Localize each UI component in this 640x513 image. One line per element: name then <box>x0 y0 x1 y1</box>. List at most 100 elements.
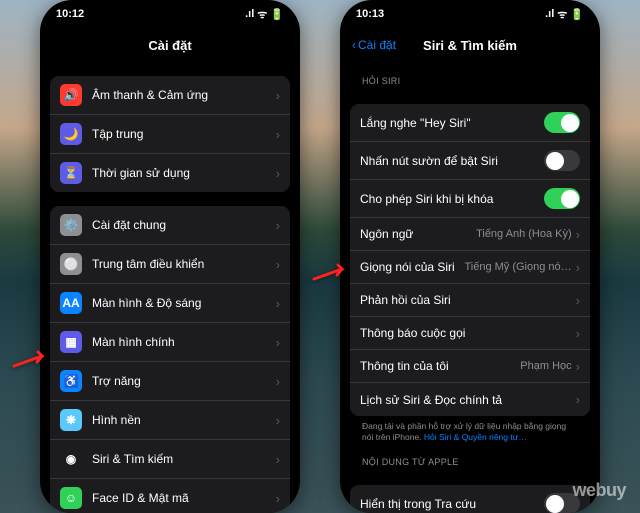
settings-section: Lắng nghe "Hey Siri" Nhấn nút sườn để bật… <box>350 104 590 416</box>
settings-row[interactable]: ☺ Face ID & Mật mã› <box>50 479 290 513</box>
settings-row[interactable]: Giọng nói của SiriTiếng Mỹ (Giọng nó… › <box>350 251 590 284</box>
settings-row[interactable]: ♿ Trợ năng› <box>50 362 290 401</box>
nav-bar: ‹ Cài đặt Siri & Tìm kiếm <box>340 28 600 62</box>
status-bar: 10:12 .ıl ᯤ 🔋 <box>40 0 300 28</box>
section-footer: Đang tải và phần hỗ trợ xử lý dữ liệu nh… <box>350 416 590 443</box>
row-label: Lịch sử Siri & Đọc chính tả <box>360 393 576 407</box>
toggle-switch[interactable] <box>544 150 580 171</box>
footer-link[interactable]: Hỏi Siri & Quyền riêng tư… <box>424 432 527 442</box>
chevron-right-icon: › <box>576 359 580 374</box>
chevron-right-icon: › <box>576 293 580 308</box>
phone-right: 10:13 .ıl ᯤ 🔋 ‹ Cài đặt Siri & Tìm kiếm … <box>340 0 600 513</box>
settings-row[interactable]: Nhấn nút sườn để bật Siri <box>350 142 590 180</box>
settings-row[interactable]: ⚙️ Cài đặt chung› <box>50 206 290 245</box>
settings-row[interactable]: Thông tin của tôiPhạm Học› <box>350 350 590 383</box>
row-label: Âm thanh & Cảm ứng <box>92 88 276 102</box>
settings-section: Hiển thị trong Tra cứuHiển thị trong Spo… <box>350 485 590 513</box>
row-icon: ☺ <box>60 487 82 509</box>
settings-section: 🔊Âm thanh & Cảm ứng›🌙Tập trung›⏳Thời gia… <box>50 76 290 192</box>
annotation-arrow <box>12 350 52 377</box>
status-bar: 10:13 .ıl ᯤ 🔋 <box>340 0 600 28</box>
settings-row[interactable]: Cho phép Siri khi bị khóa <box>350 180 590 218</box>
row-label: Hình nền <box>92 413 276 427</box>
battery-icon: 🔋 <box>570 8 584 21</box>
chevron-left-icon: ‹ <box>352 38 356 52</box>
chevron-right-icon: › <box>576 392 580 407</box>
chevron-right-icon: › <box>276 218 280 233</box>
settings-row[interactable]: ❋ Hình nền› <box>50 401 290 440</box>
row-label: Cho phép Siri khi bị khóa <box>360 192 544 206</box>
settings-row[interactable]: Hiển thị trong Tra cứu <box>350 485 590 513</box>
row-icon: ♿ <box>60 370 82 392</box>
chevron-right-icon: › <box>576 326 580 341</box>
row-label: Trợ năng <box>92 374 276 388</box>
chevron-right-icon: › <box>276 413 280 428</box>
settings-section: ⚙️Cài đặt chung›⚪Trung tâm điều khiển›AA… <box>50 206 290 513</box>
settings-list[interactable]: 🔊Âm thanh & Cảm ứng›🌙Tập trung›⏳Thời gia… <box>40 62 300 513</box>
settings-row[interactable]: Lắng nghe "Hey Siri" <box>350 104 590 142</box>
chevron-right-icon: › <box>276 491 280 506</box>
row-icon: AA <box>60 292 82 314</box>
row-label: Tập trung <box>92 127 276 141</box>
row-icon: 🔊 <box>60 84 82 106</box>
phone-left: 10:12 .ıl ᯤ 🔋 Cài đặt 🔊 Âm thanh & Cảm ứn… <box>40 0 300 513</box>
row-value: Tiếng Anh (Hoa Kỳ) <box>476 228 572 240</box>
row-label: Phản hồi của Siri <box>360 293 576 307</box>
settings-row[interactable]: ◉ Siri & Tìm kiếm› <box>50 440 290 479</box>
row-label: Màn hình & Độ sáng <box>92 296 276 310</box>
chevron-right-icon: › <box>276 452 280 467</box>
chevron-right-icon: › <box>276 257 280 272</box>
row-label: Màn hình chính <box>92 335 276 349</box>
page-title: Cài đặt <box>148 38 191 53</box>
row-value: Tiếng Mỹ (Giọng nó… <box>464 261 571 273</box>
signal-icon: .ıl <box>245 8 254 20</box>
row-icon: ⏳ <box>60 162 82 184</box>
status-indicators: .ıl ᯤ 🔋 <box>545 7 584 22</box>
row-label: Face ID & Mật mã <box>92 491 276 505</box>
status-indicators: .ıl ᯤ 🔋 <box>245 7 284 22</box>
settings-row[interactable]: ⚪ Trung tâm điều khiển› <box>50 245 290 284</box>
chevron-right-icon: › <box>276 127 280 142</box>
signal-icon: .ıl <box>545 8 554 20</box>
settings-row[interactable]: 🌙 Tập trung› <box>50 115 290 154</box>
row-label: Siri & Tìm kiếm <box>92 452 276 466</box>
chevron-right-icon: › <box>276 166 280 181</box>
siri-settings-list[interactable]: HỎI SIRILắng nghe "Hey Siri"Nhấn nút sườ… <box>340 62 600 513</box>
row-label: Trung tâm điều khiển <box>92 257 276 271</box>
row-icon: 🌙 <box>60 123 82 145</box>
row-label: Giọng nói của Siri <box>360 260 464 274</box>
row-icon: ◉ <box>60 448 82 470</box>
battery-icon: 🔋 <box>270 8 284 21</box>
chevron-right-icon: › <box>576 260 580 275</box>
settings-row[interactable]: Ngôn ngữTiếng Anh (Hoa Kỳ)› <box>350 218 590 251</box>
page-title: Siri & Tìm kiếm <box>423 38 517 53</box>
row-label: Thông báo cuộc gọi <box>360 326 576 340</box>
row-label: Ngôn ngữ <box>360 227 476 241</box>
row-icon: ⚙️ <box>60 214 82 236</box>
row-value: Phạm Học <box>520 360 571 372</box>
section-header: NỘI DUNG TỪ APPLE <box>350 443 590 471</box>
chevron-right-icon: › <box>276 296 280 311</box>
chevron-right-icon: › <box>276 374 280 389</box>
wifi-icon: ᯤ <box>557 7 567 22</box>
settings-row[interactable]: AA Màn hình & Độ sáng› <box>50 284 290 323</box>
settings-row[interactable]: 🔊 Âm thanh & Cảm ứng› <box>50 76 290 115</box>
row-label: Nhấn nút sườn để bật Siri <box>360 154 544 168</box>
toggle-switch[interactable] <box>544 188 580 209</box>
settings-row[interactable]: ⏳ Thời gian sử dụng› <box>50 154 290 192</box>
back-button[interactable]: ‹ Cài đặt <box>352 38 396 52</box>
chevron-right-icon: › <box>276 88 280 103</box>
status-time: 10:13 <box>356 8 384 20</box>
wifi-icon: ᯤ <box>257 7 267 22</box>
row-icon: ❋ <box>60 409 82 431</box>
watermark: webuy <box>572 480 626 501</box>
nav-bar: Cài đặt <box>40 28 300 62</box>
settings-row[interactable]: Thông báo cuộc gọi› <box>350 317 590 350</box>
settings-row[interactable]: Phản hồi của Siri› <box>350 284 590 317</box>
row-icon: ⚪ <box>60 253 82 275</box>
row-label: Cài đặt chung <box>92 218 276 232</box>
row-label: Thời gian sử dụng <box>92 166 276 180</box>
settings-row[interactable]: ▦Màn hình chính› <box>50 323 290 362</box>
toggle-switch[interactable] <box>544 112 580 133</box>
settings-row[interactable]: Lịch sử Siri & Đọc chính tả› <box>350 383 590 416</box>
